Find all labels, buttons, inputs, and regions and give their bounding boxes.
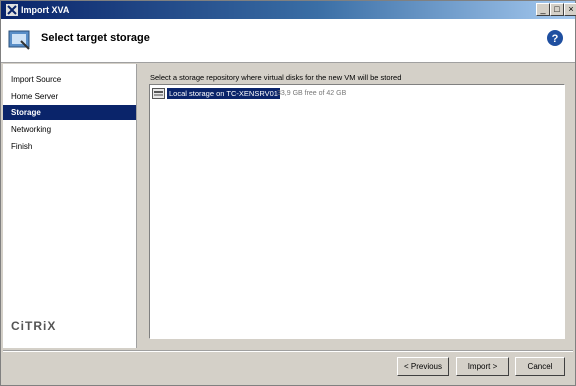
page-title: Select target storage [41, 32, 150, 44]
step-storage[interactable]: Storage [3, 105, 136, 120]
wizard-header: Select target storage ? [1, 19, 575, 63]
window-title: Import XVA [21, 5, 70, 15]
storage-name[interactable]: Local storage on TC-XENSRV01 [167, 88, 280, 99]
close-button[interactable]: × [564, 3, 576, 16]
previous-button[interactable]: < Previous [397, 357, 449, 376]
maximize-button[interactable]: □ [550, 3, 564, 16]
storage-wizard-icon [8, 30, 30, 50]
step-import-source[interactable]: Import Source [3, 72, 136, 87]
step-networking[interactable]: Networking [3, 122, 136, 137]
import-button[interactable]: Import > [456, 357, 509, 376]
footer-divider [3, 350, 573, 352]
storage-repository-list[interactable]: Local storage on TC-XENSRV01 33,9 GB fre… [149, 84, 565, 339]
title-bar[interactable]: Import XVA _ □ × [1, 1, 576, 19]
storage-free-space: 33,9 GB free of 42 GB [277, 90, 347, 97]
step-home-server[interactable]: Home Server [3, 89, 136, 104]
cancel-button[interactable]: Cancel [515, 357, 565, 376]
svg-text:?: ? [552, 33, 559, 45]
storage-instruction: Select a storage repository where virtua… [150, 73, 402, 82]
minimize-button[interactable]: _ [536, 3, 550, 16]
citrix-logo: CiTRiX [11, 319, 57, 333]
wizard-steps-sidebar: Import Source Home Server Storage Networ… [3, 64, 137, 348]
storage-disk-icon [152, 88, 165, 99]
help-icon[interactable]: ? [546, 29, 564, 47]
import-xva-window: Import XVA _ □ × Select target storage ?… [0, 0, 576, 386]
step-finish[interactable]: Finish [3, 139, 136, 154]
xenserver-app-icon [6, 4, 18, 16]
